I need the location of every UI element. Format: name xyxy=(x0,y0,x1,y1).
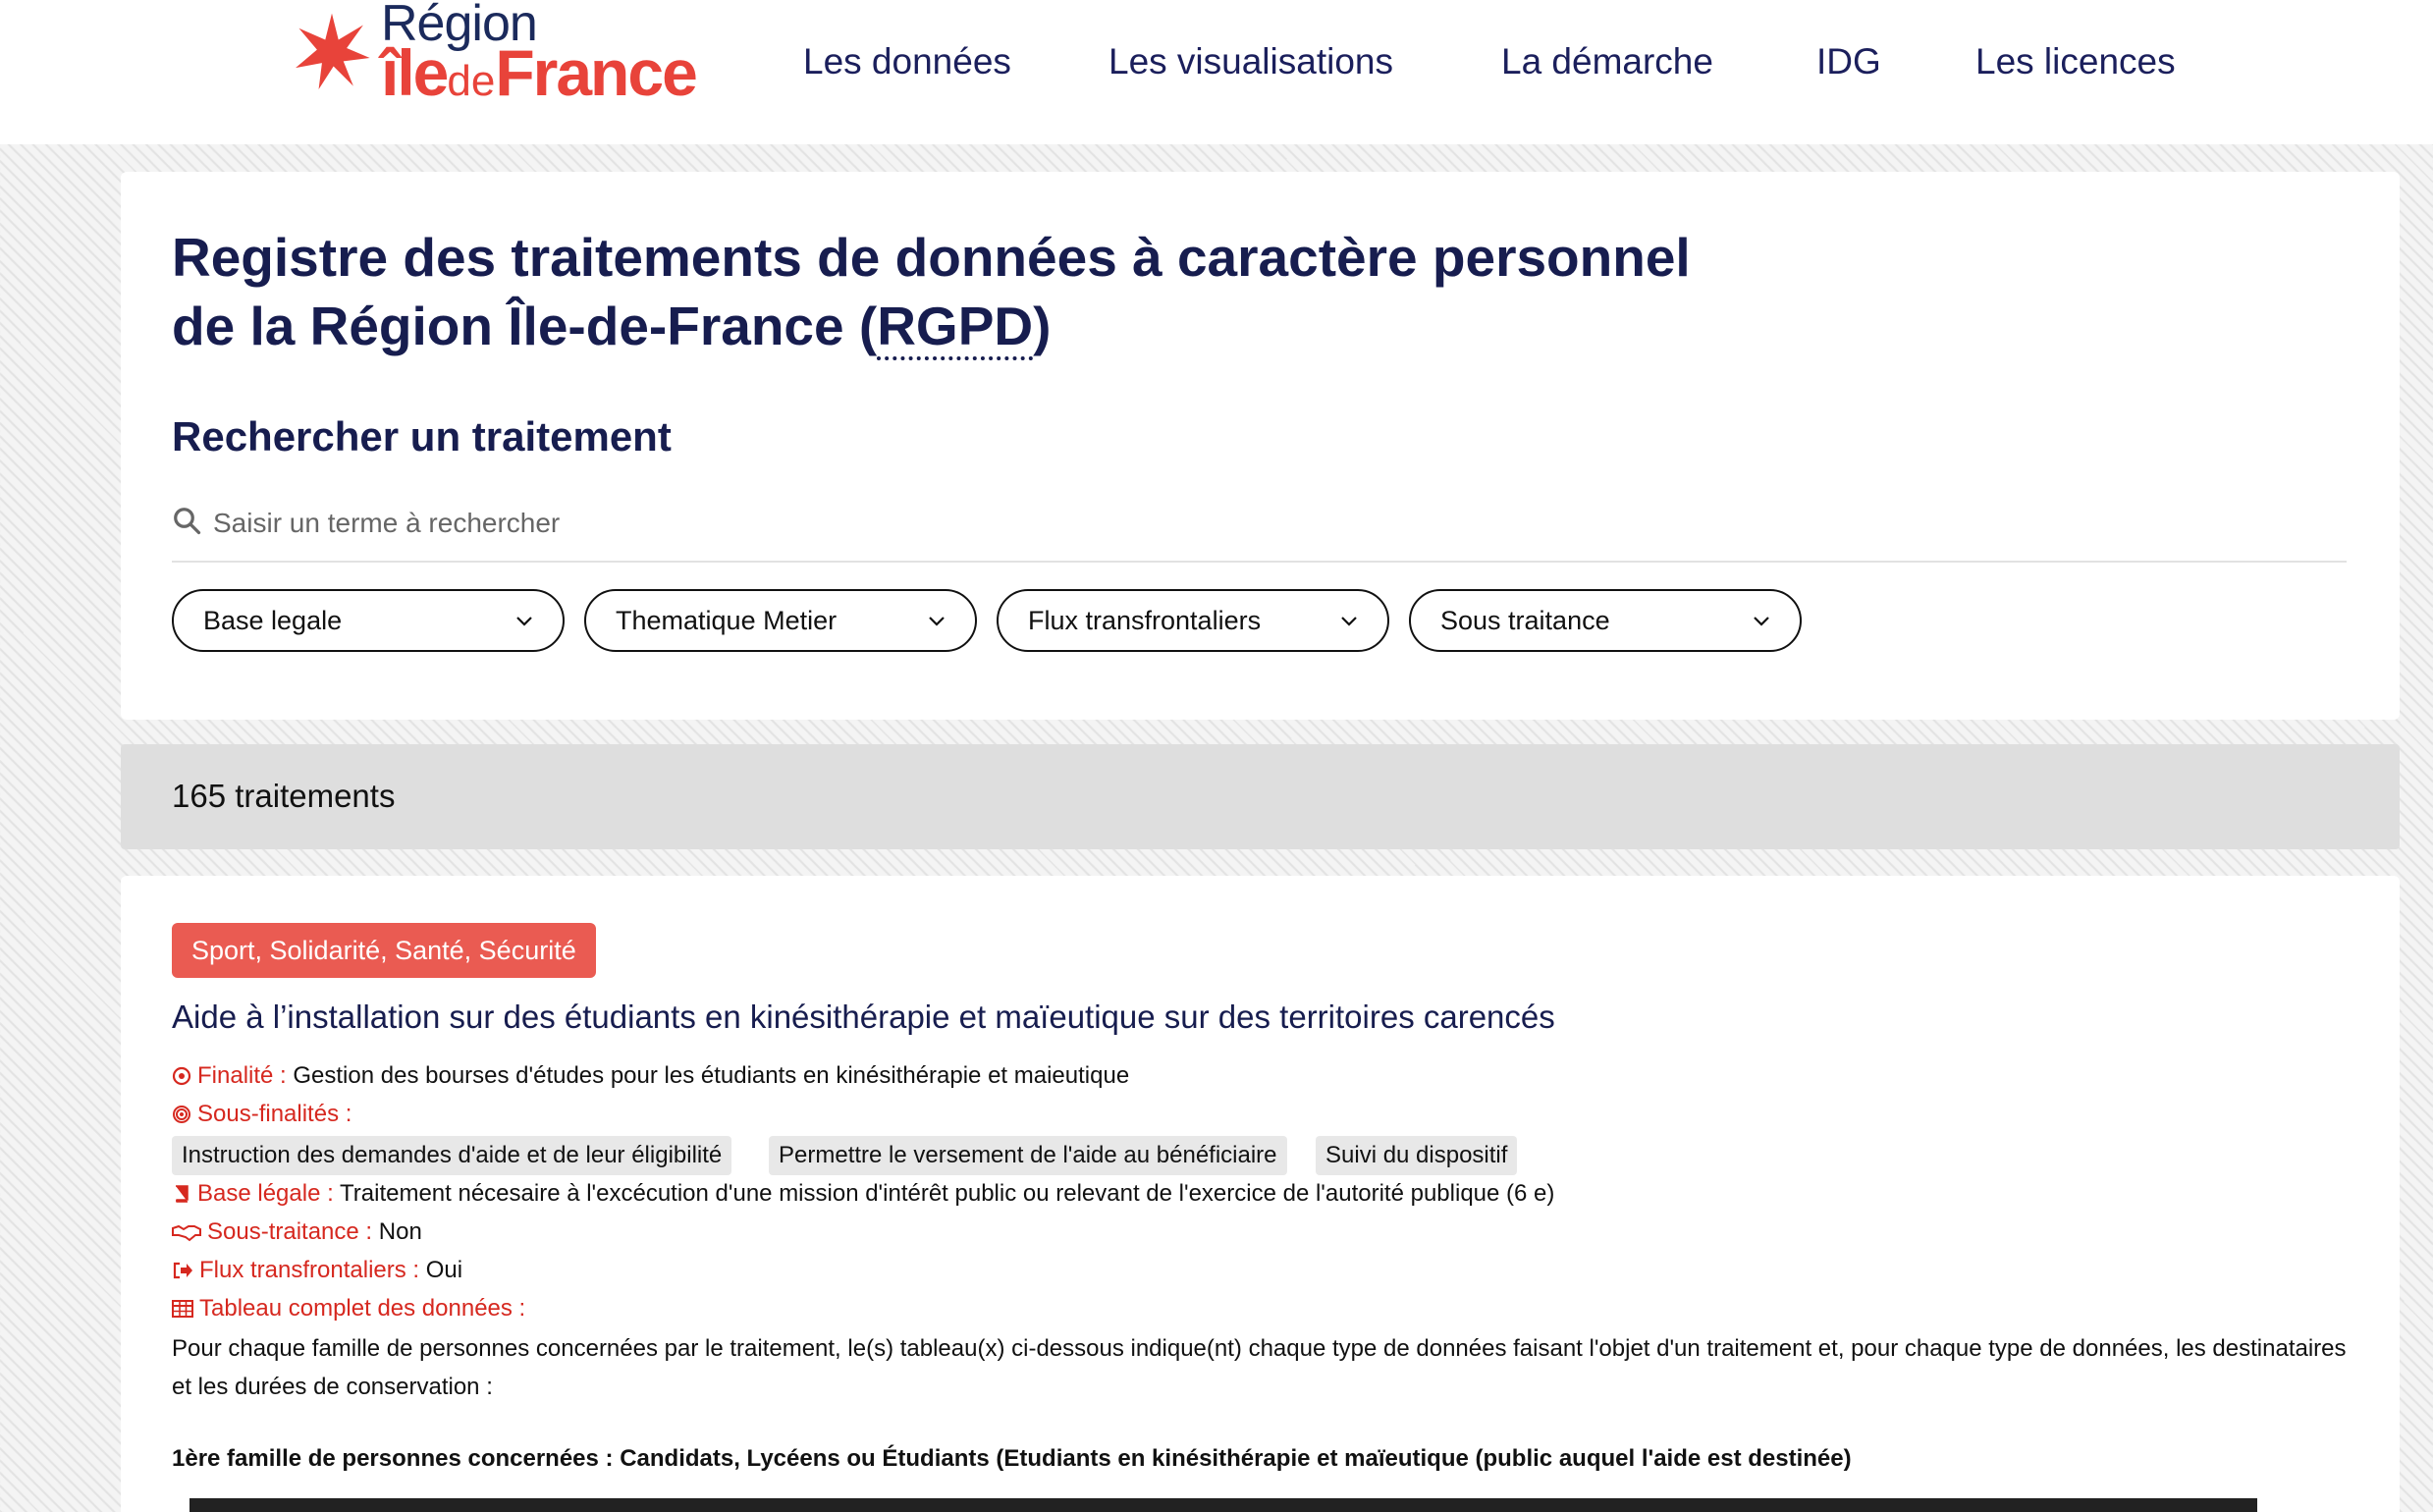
sous-finalites-row: Sous-finalités : xyxy=(172,1101,351,1128)
filter-sous-traitance[interactable]: Sous traitance xyxy=(1409,589,1802,652)
filter-label: Flux transfrontaliers xyxy=(1028,606,1262,635)
search-subtitle: Rechercher un traitement xyxy=(172,413,672,459)
filter-base-legale[interactable]: Base legale xyxy=(172,589,565,652)
sous-finalite-chip: Permettre le versement de l'aide au béné… xyxy=(769,1136,1287,1175)
filter-flux-transfrontaliers[interactable]: Flux transfrontaliers xyxy=(997,589,1389,652)
flux-transfrontaliers-row: Flux transfrontaliers : Oui xyxy=(172,1257,462,1284)
nav-idg[interactable]: IDG xyxy=(1816,41,1881,82)
sous-finalites-label: Sous-finalités : xyxy=(197,1101,352,1127)
filter-label: Sous traitance xyxy=(1440,606,1610,635)
results-count: 165 traitements xyxy=(172,778,396,814)
sous-finalite-chip: Instruction des demandes d'aide et de le… xyxy=(172,1136,732,1175)
search-bar xyxy=(172,496,2347,563)
search-card: Registre des traitements de données à ca… xyxy=(121,172,2400,720)
family-heading: 1ère famille de personnes concernées : C… xyxy=(172,1445,1852,1472)
search-input[interactable] xyxy=(213,496,2275,551)
tableau-label: Tableau complet des données : xyxy=(199,1295,526,1322)
top-header: Région îledeFrance Les données Les visua… xyxy=(0,0,2433,144)
search-icon xyxy=(174,508,201,535)
table-icon xyxy=(172,1300,193,1318)
book-icon xyxy=(175,1185,189,1203)
target-icon xyxy=(172,1066,191,1086)
flux-label: Flux transfrontaliers : xyxy=(199,1257,420,1283)
handshake-icon xyxy=(172,1224,201,1242)
base-legale-label: Base légale : xyxy=(197,1180,334,1207)
main-nav: Les données Les visualisations La démarc… xyxy=(0,41,2433,90)
sous-traitance-row: Sous-traitance : Non xyxy=(172,1218,422,1246)
sous-traitance-value: Non xyxy=(378,1218,422,1245)
chevron-down-icon xyxy=(516,617,532,626)
sous-finalite-chip: Suivi du dispositif xyxy=(1316,1136,1518,1175)
filter-row: Base legale Thematique Metier Flux trans… xyxy=(172,589,2136,652)
page-title: Registre des traitements de données à ca… xyxy=(172,223,1841,360)
filter-label: Thematique Metier xyxy=(616,606,838,635)
base-legale-row: Base légale : Traitement nécesaire à l'e… xyxy=(172,1180,1554,1208)
base-legale-value: Traitement nécesaire à l'excécution d'un… xyxy=(340,1180,1555,1207)
chevron-down-icon xyxy=(1341,617,1357,626)
tableau-row: Tableau complet des données : xyxy=(172,1295,525,1323)
flux-value: Oui xyxy=(425,1257,463,1283)
filter-label: Base legale xyxy=(203,606,343,635)
sous-traitance-label: Sous-traitance : xyxy=(207,1218,373,1245)
finalite-value: Gestion des bourses d'études pour les ét… xyxy=(293,1062,1130,1089)
nav-les-licences[interactable]: Les licences xyxy=(1975,41,2176,82)
sign-out-icon xyxy=(173,1262,192,1279)
finalite-row: Finalité : Gestion des bourses d'études … xyxy=(172,1062,1129,1090)
data-table-header xyxy=(189,1498,2257,1512)
result-title[interactable]: Aide à l’installation sur des étudiants … xyxy=(172,999,1555,1036)
nav-les-visualisations[interactable]: Les visualisations xyxy=(1108,41,1393,82)
tableau-description: Pour chaque famille de personnes concern… xyxy=(172,1335,2347,1400)
result-card: Sport, Solidarité, Santé, Sécurité Aide … xyxy=(121,876,2400,1512)
finalite-label: Finalité : xyxy=(197,1062,287,1089)
chevron-down-icon xyxy=(929,617,945,626)
thematique-tag[interactable]: Sport, Solidarité, Santé, Sécurité xyxy=(172,923,596,978)
results-count-bar: 165 traitements xyxy=(121,744,2400,849)
nav-les-donnees[interactable]: Les données xyxy=(803,41,1011,82)
nav-la-demarche[interactable]: La démarche xyxy=(1501,41,1713,82)
filter-thematique-metier[interactable]: Thematique Metier xyxy=(584,589,977,652)
bullseye-icon xyxy=(173,1106,190,1123)
rgpd-abbr: RGPD xyxy=(877,296,1034,360)
chevron-down-icon xyxy=(1754,617,1769,626)
